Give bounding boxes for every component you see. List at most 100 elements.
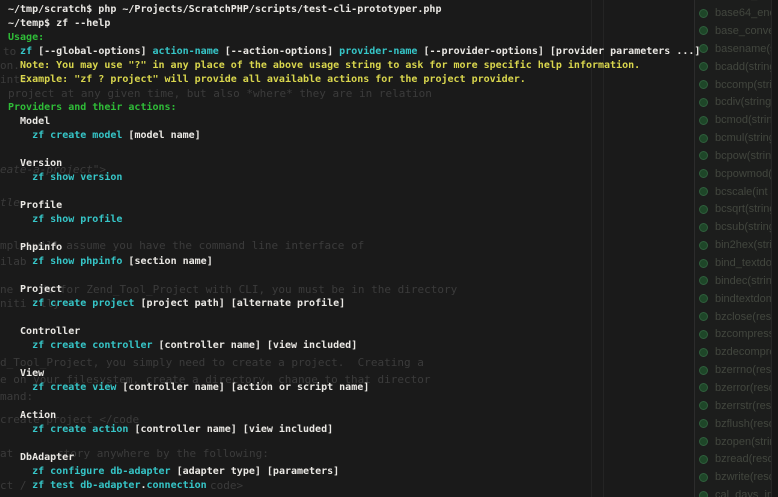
function-label: bcmod(string bbox=[715, 114, 778, 126]
function-icon bbox=[699, 205, 708, 214]
list-item[interactable]: bcadd(string bbox=[695, 58, 778, 76]
ghost-text-fragment: on. bbox=[0, 59, 20, 72]
ghost-text-fragment: project at any given time, but also *whe… bbox=[8, 87, 432, 100]
list-item[interactable]: bcsub(string bbox=[695, 218, 778, 236]
function-label: bin2hex(strin bbox=[715, 239, 778, 251]
list-item[interactable]: basename(st bbox=[695, 40, 778, 58]
function-icon bbox=[699, 366, 708, 375]
list-item[interactable]: bzerrno(reso bbox=[695, 361, 778, 379]
function-icon bbox=[699, 259, 708, 268]
ghost-text-fragment: tle bbox=[0, 196, 20, 209]
scrollbar-track[interactable] bbox=[771, 0, 778, 497]
function-icon bbox=[699, 437, 708, 446]
ghost-text-fragment: ds for Zend_Tool_Project with CLI, you m… bbox=[40, 283, 457, 296]
list-item[interactable]: bindec(string bbox=[695, 272, 778, 290]
list-item[interactable]: bzcompress bbox=[695, 325, 778, 343]
function-label: bzclose(reso bbox=[715, 311, 777, 323]
list-item[interactable]: base_conver bbox=[695, 22, 778, 40]
ghost-text-fragment: inte bbox=[0, 73, 27, 86]
function-icon bbox=[699, 294, 708, 303]
list-item[interactable]: bzread(reso bbox=[695, 450, 778, 468]
function-icon bbox=[699, 419, 708, 428]
list-item[interactable]: bzdecompre bbox=[695, 343, 778, 361]
function-label: bccomp(strin bbox=[715, 79, 778, 91]
function-icon bbox=[699, 312, 708, 321]
ghost-text-fragment: niti bbox=[0, 297, 27, 310]
function-label: bindec(string bbox=[715, 275, 778, 287]
list-item[interactable]: bcscale(int $ bbox=[695, 183, 778, 201]
ghost-text-fragment: lly bbox=[40, 297, 60, 310]
function-label: base_conver bbox=[715, 25, 778, 37]
ghost-text-fragment: ct / bbox=[0, 479, 27, 492]
function-icon bbox=[699, 330, 708, 339]
ghost-text-fragment: mand: bbox=[0, 390, 33, 403]
function-icon bbox=[699, 491, 708, 497]
ghost-text-fragment: ctory anywhere by the following: bbox=[57, 447, 269, 460]
list-item[interactable]: bindtextdom bbox=[695, 290, 778, 308]
list-item[interactable]: bccomp(strin bbox=[695, 76, 778, 94]
function-icon bbox=[699, 26, 708, 35]
editor-ghost-text-layer: toon.inteproject at any given time, but … bbox=[0, 0, 778, 497]
function-label: bcpow(string bbox=[715, 150, 777, 162]
list-item[interactable]: bzclose(reso bbox=[695, 308, 778, 326]
function-icon bbox=[699, 44, 708, 53]
function-label: bzdecompre bbox=[715, 346, 776, 358]
function-icon bbox=[699, 401, 708, 410]
function-label: bzflush(reso bbox=[715, 418, 775, 430]
function-icon bbox=[699, 348, 708, 357]
list-item[interactable]: bcpowmod(s bbox=[695, 165, 778, 183]
function-label: bzerrno(reso bbox=[715, 364, 777, 376]
list-item[interactable]: cal_days_in bbox=[695, 486, 778, 497]
ghost-text-fragment: ilab bbox=[0, 255, 27, 268]
function-label: bind_textdo bbox=[715, 257, 772, 269]
function-label: bzerrstr(reso bbox=[715, 400, 777, 412]
function-icon bbox=[699, 241, 708, 250]
list-item[interactable]: bzopen(strin bbox=[695, 433, 778, 451]
list-item[interactable]: bind_textdo bbox=[695, 254, 778, 272]
function-label: bzwrite(reso bbox=[715, 471, 775, 483]
function-label: bcdiv(string bbox=[715, 96, 771, 108]
function-label: bzcompress bbox=[715, 328, 774, 340]
function-icon bbox=[699, 223, 708, 232]
ghost-text-fragment: at bbox=[0, 447, 13, 460]
function-icon bbox=[699, 151, 708, 160]
function-label: bzerror(reso bbox=[715, 382, 775, 394]
ghost-text-fragment: e on your filesystem, create a directory… bbox=[0, 373, 430, 386]
ghost-text-fragment: to bbox=[3, 45, 16, 58]
list-item[interactable]: bzflush(reso bbox=[695, 415, 778, 433]
list-item[interactable]: bzerror(reso bbox=[695, 379, 778, 397]
function-label: basename(st bbox=[715, 43, 778, 55]
function-icon bbox=[699, 116, 708, 125]
function-label: base64_enco bbox=[715, 7, 778, 19]
function-icon bbox=[699, 169, 708, 178]
function-label: cal_days_in bbox=[715, 489, 773, 497]
list-item[interactable]: bcmod(string bbox=[695, 111, 778, 129]
list-item[interactable]: bcdiv(string bbox=[695, 93, 778, 111]
function-icon bbox=[699, 383, 708, 392]
function-label: bindtextdom bbox=[715, 293, 775, 305]
list-item[interactable]: bcpow(string bbox=[695, 147, 778, 165]
function-label: bcsub(string bbox=[715, 221, 775, 233]
ghost-text-fragment: code> bbox=[210, 479, 243, 492]
function-icon bbox=[699, 9, 708, 18]
function-label: bcadd(string bbox=[715, 61, 776, 73]
function-label: bzopen(strin bbox=[715, 436, 776, 448]
list-item[interactable]: bin2hex(strin bbox=[695, 236, 778, 254]
function-icon bbox=[699, 80, 708, 89]
list-item[interactable]: bcmul(string bbox=[695, 129, 778, 147]
list-item[interactable]: bzwrite(reso bbox=[695, 468, 778, 486]
function-label: bcscale(int $ bbox=[715, 186, 777, 198]
function-icon bbox=[699, 98, 708, 107]
function-label: bzread(reso bbox=[715, 453, 774, 465]
function-icon bbox=[699, 276, 708, 285]
function-icon bbox=[699, 473, 708, 482]
function-label: bcmul(string bbox=[715, 132, 775, 144]
function-label: bcsqrt(string bbox=[715, 203, 776, 215]
list-item[interactable]: bcsqrt(string bbox=[695, 200, 778, 218]
list-item[interactable]: base64_enco bbox=[695, 4, 778, 22]
function-list-panel: base64_decode(stringbase64_encobase_conv… bbox=[694, 0, 778, 497]
function-icon bbox=[699, 455, 708, 464]
ghost-text-fragment: mple will assume you have the command li… bbox=[0, 239, 364, 252]
terminal-over-ide-window: toon.inteproject at any given time, but … bbox=[0, 0, 778, 497]
list-item[interactable]: bzerrstr(reso bbox=[695, 397, 778, 415]
